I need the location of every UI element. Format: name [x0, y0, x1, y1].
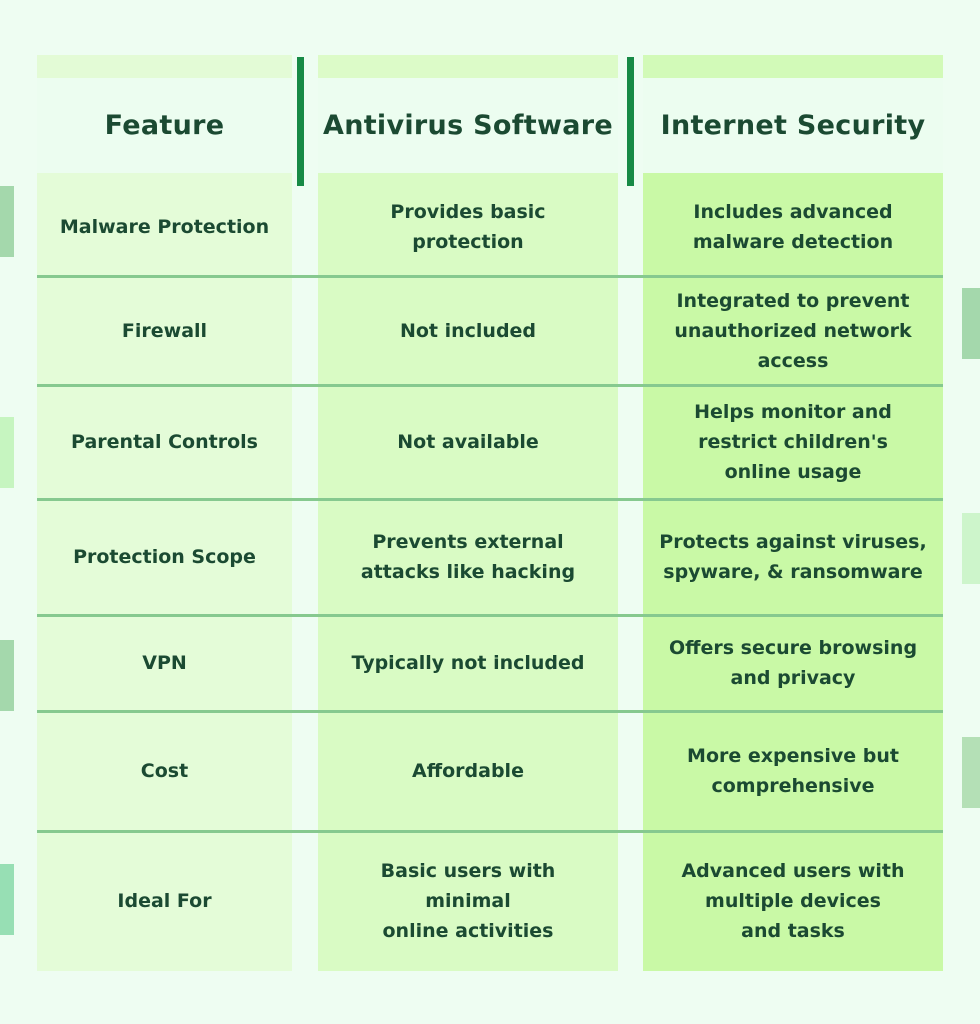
side-accent-bar [962, 737, 980, 808]
antivirus-column: Antivirus Software Provides basic protec… [318, 55, 618, 971]
side-accent-bar [0, 417, 14, 488]
internet-security-column-body: Includes advanced malware detection Integ… [643, 173, 943, 971]
side-accent-bar [962, 288, 980, 359]
antivirus-cell: Not available [397, 431, 539, 453]
feature-column: Feature Malware Protection Firewall Parent… [37, 55, 292, 971]
header-feature: Feature [37, 78, 292, 173]
side-accent-bar [962, 513, 980, 584]
antivirus-cell: Basic users with minimal online activiti… [380, 860, 556, 942]
antivirus-column-body: Provides basic protection Not included Not… [318, 173, 618, 971]
side-accent-bar [0, 864, 14, 935]
feature-cell: Parental Controls [71, 431, 258, 453]
row-separator [37, 710, 943, 713]
column-divider [297, 57, 304, 186]
internet-security-column: Internet Security Includes advanced malw… [643, 55, 943, 971]
internet-security-cell: Integrated to prevent unauthorized netwo… [674, 289, 912, 372]
internet-security-cell: Offers secure browsing and privacy [668, 637, 918, 689]
internet-security-cell: More expensive but comprehensive [687, 745, 899, 797]
internet-security-cell: Includes advanced malware detection [692, 201, 894, 253]
side-accent-bar [0, 186, 14, 257]
feature-cell: Protection Scope [73, 546, 256, 568]
antivirus-cell: Prevents external attacks like hacking [360, 531, 576, 583]
row-separator [37, 830, 943, 833]
feature-cell: Malware Protection [59, 216, 270, 238]
feature-cell: Cost [140, 760, 189, 782]
feature-column-body: Malware Protection Firewall Parental Contr… [37, 173, 292, 971]
feature-cell: Firewall [121, 319, 208, 342]
row-separator [37, 498, 943, 501]
header-internet-security: Internet Security [643, 78, 943, 173]
feature-cell: Ideal For [117, 890, 212, 912]
row-separator [37, 275, 943, 278]
header-band [37, 55, 292, 78]
header-antivirus: Antivirus Software [318, 78, 618, 173]
antivirus-cell: Provides basic protection [390, 201, 546, 253]
side-accent-bar [0, 640, 14, 711]
internet-security-cell: Helps monitor and restrict children's on… [694, 401, 892, 483]
feature-cell: VPN [142, 652, 187, 674]
header-band [318, 55, 618, 78]
antivirus-cell: Typically not included [351, 652, 585, 674]
internet-security-cell: Protects against viruses, spyware, & ran… [659, 531, 927, 583]
antivirus-cell: Not included [399, 319, 537, 342]
internet-security-cell: Advanced users with multiple devices and… [681, 860, 905, 942]
header-band [643, 55, 943, 78]
row-separator [37, 614, 943, 617]
column-divider [627, 57, 634, 186]
antivirus-cell: Affordable [412, 760, 524, 782]
row-separator [37, 384, 943, 387]
